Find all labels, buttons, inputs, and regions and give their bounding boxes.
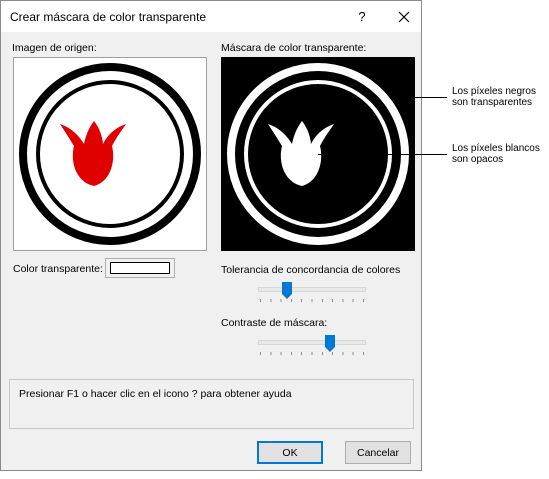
tolerance-thumb[interactable] xyxy=(282,282,292,299)
transparent-mask-dialog: Crear máscara de color transparente ? Im… xyxy=(0,0,422,471)
help-icon: ? xyxy=(358,9,366,24)
white-pixels-text-1: Los píxeles blancos xyxy=(452,143,540,154)
tolerance-ticks xyxy=(260,299,364,302)
contrast-slider[interactable] xyxy=(258,335,368,361)
black-pixels-callout-line xyxy=(404,97,447,98)
help-button[interactable]: ? xyxy=(347,1,377,32)
black-pixels-annotation: Los píxeles negros son transparentes xyxy=(452,86,536,108)
contrast-ticks xyxy=(260,352,364,355)
white-pixels-callout-line xyxy=(318,154,447,155)
contrast-thumb[interactable] xyxy=(325,335,335,352)
mask-image-label: Máscara de color transparente: xyxy=(221,42,367,54)
transparent-color-button[interactable] xyxy=(105,258,175,278)
source-image-preview xyxy=(13,57,207,251)
tulip-shape xyxy=(60,121,126,186)
white-pixels-text-2: son opacos xyxy=(452,154,504,165)
dialog-title: Crear máscara de color transparente xyxy=(10,10,207,24)
source-image-label: Imagen de origen: xyxy=(12,42,97,54)
help-message-box: Presionar F1 o hacer clic en el icono ? … xyxy=(9,379,414,429)
transparent-color-swatch xyxy=(110,262,170,274)
tolerance-track xyxy=(258,287,366,292)
black-pixels-text-2: son transparentes xyxy=(452,97,533,108)
tolerance-slider[interactable] xyxy=(258,282,368,308)
cancel-button[interactable]: Cancelar xyxy=(345,441,411,464)
contrast-label: Contraste de máscara: xyxy=(221,317,328,329)
tolerance-label: Tolerancia de concordancia de colores xyxy=(221,264,401,276)
contrast-track xyxy=(258,340,366,345)
title-bar: Crear máscara de color transparente ? xyxy=(1,1,421,32)
close-button[interactable] xyxy=(387,1,421,32)
ok-button[interactable]: OK xyxy=(257,441,323,464)
help-message: Presionar F1 o hacer clic en el icono ? … xyxy=(19,388,292,400)
black-pixels-text-1: Los píxeles negros xyxy=(452,86,536,97)
transparent-color-label: Color transparente: xyxy=(13,263,103,275)
close-icon xyxy=(398,11,410,22)
tulip-badge-image xyxy=(19,63,201,245)
white-pixels-annotation: Los píxeles blancos son opacos xyxy=(452,143,540,165)
